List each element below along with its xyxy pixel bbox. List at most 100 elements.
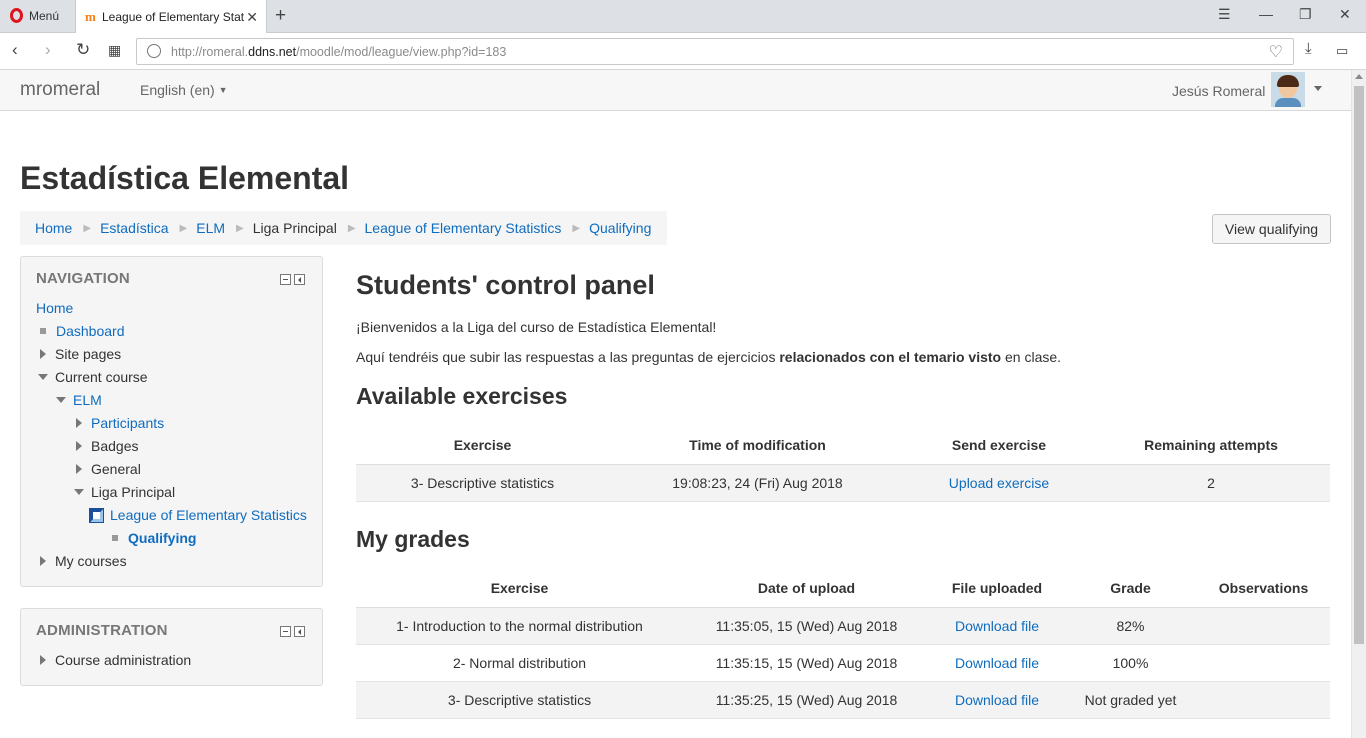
attempts-cell: 2 [1092,464,1330,502]
nav-item-badges[interactable]: Badges [76,436,138,456]
browser-menu-button[interactable]: Menú [10,8,59,23]
scroll-up-icon[interactable] [1355,74,1363,79]
expand-icon [40,655,46,665]
breadcrumb-home[interactable]: Home [35,220,72,236]
view-qualifying-button[interactable]: View qualifying [1212,214,1331,244]
user-menu-caret-icon[interactable] [1314,86,1322,91]
observations-cell [1197,644,1330,682]
table-row: 2- Normal distribution 11:35:15, 15 (Wed… [356,644,1330,682]
battery-icon[interactable]: ▭ [1336,43,1348,59]
breadcrumb-qualifying[interactable]: Qualifying [589,220,651,236]
collapse-icon [56,397,66,403]
url-path: /moodle/mod/league/view.php?id=183 [296,44,507,59]
exercise-cell: 1- Introduction to the normal distributi… [356,607,683,645]
page-scrollbar[interactable] [1351,70,1366,738]
block-dock-icon[interactable] [294,274,305,285]
column-header: Send exercise [906,427,1092,465]
breadcrumb-estadistica[interactable]: Estadística [100,220,168,236]
grade-cell: Not graded yet [1064,681,1197,719]
my-grades-heading: My grades [356,526,470,552]
breadcrumb-separator-icon: ▶ [236,222,244,234]
navigation-block-title: NAVIGATION [36,270,130,287]
url-input[interactable]: http://romeral. ddns.net/moodle/mod/leagu… [136,38,1294,65]
nav-item-current-course[interactable]: Current course [38,367,148,387]
nav-item-general[interactable]: General [76,459,141,479]
collapse-icon [74,489,84,495]
nav-item-elm[interactable]: ELM [56,390,102,410]
block-dock-icon[interactable] [294,626,305,637]
exercise-cell: 3- Descriptive statistics [356,464,609,502]
download-file-link[interactable]: Download file [955,692,1039,708]
nav-item-participants[interactable]: Participants [76,413,164,433]
back-icon[interactable]: ‹ [12,40,18,60]
nav-item-badges-label: Badges [91,438,139,454]
url-prefix: http://romeral. [171,44,249,59]
browser-tab[interactable]: m League of Elementary Stat ✕ [75,0,267,33]
browser-tab-title: League of Elementary Stat [102,9,245,24]
nav-item-site-pages[interactable]: Site pages [40,344,121,364]
nav-item-home[interactable]: Home [36,298,73,318]
opera-logo-icon [10,8,23,23]
expand-icon [40,556,46,566]
file-cell: Download file [930,644,1064,682]
nav-item-current-course-label: Current course [55,369,148,385]
column-header: File uploaded [930,570,1064,608]
reload-icon[interactable]: ↻ [76,40,90,60]
administration-block: ADMINISTRATION Course administration [20,608,323,686]
window-close-icon[interactable]: ✕ [1339,6,1351,23]
league-activity-icon [89,507,104,523]
nav-item-site-pages-label: Site pages [55,346,122,362]
nav-item-qualifying[interactable]: Qualifying [110,528,196,548]
breadcrumb-separator-icon: ▶ [83,222,92,234]
column-header: Remaining attempts [1092,427,1330,465]
breadcrumb-elm[interactable]: ELM [196,220,225,236]
breadcrumb-league[interactable]: League of Elementary Statistics [365,220,562,236]
new-tab-icon[interactable]: + [275,5,286,27]
welcome-text: ¡Bienvenidos a la Liga del curso de Esta… [356,319,717,335]
send-cell: Upload exercise [906,464,1092,502]
nav-item-my-courses[interactable]: My courses [40,551,127,571]
upload-exercise-link[interactable]: Upload exercise [949,475,1049,491]
minimize-icon[interactable]: — [1259,6,1273,22]
speed-dial-icon[interactable]: ▦ [108,42,121,59]
browser-menu-label: Menú [29,8,60,23]
block-collapse-icon[interactable] [280,274,291,285]
nav-item-league[interactable]: League of Elementary Statistics [89,505,307,525]
column-header: Time of modification [609,427,906,465]
tab-close-icon[interactable]: ✕ [246,9,258,26]
download-file-link[interactable]: Download file [955,618,1039,634]
avatar[interactable] [1271,72,1305,107]
user-name[interactable]: Jesús Romeral [1172,83,1265,99]
language-menu[interactable]: English (en) ▼ [140,82,228,98]
expand-icon [76,418,82,428]
table-row: 1- Introduction to the normal distributi… [356,607,1330,645]
nav-item-dashboard[interactable]: Dashboard [38,321,125,341]
site-brand[interactable]: mromeral [20,79,100,101]
expand-icon [76,464,82,474]
tab-menu-icon[interactable]: ☰ [1218,6,1231,23]
scrollbar-thumb[interactable] [1354,86,1364,644]
block-collapse-icon[interactable] [280,626,291,637]
admin-item-course-administration-label: Course administration [55,652,192,668]
download-file-link[interactable]: Download file [955,655,1039,671]
bullet-icon [112,535,118,541]
breadcrumb-liga-principal: Liga Principal [252,220,337,236]
column-header: Exercise [356,570,683,608]
admin-item-course-administration[interactable]: Course administration [40,650,191,670]
nav-item-liga-principal[interactable]: Liga Principal [74,482,175,502]
column-header: Observations [1197,570,1330,608]
nav-item-elm-label: ELM [73,392,102,408]
bookmark-heart-icon[interactable]: ♡ [1269,42,1283,62]
download-icon[interactable]: ⤓ [1305,40,1312,57]
globe-icon [147,44,161,58]
collapse-icon [38,374,48,380]
forward-icon[interactable]: › [45,40,51,60]
caret-down-icon: ▼ [218,85,228,95]
breadcrumb-separator-icon: ▶ [179,222,188,234]
nav-item-qualifying-label: Qualifying [128,530,197,546]
url-domain: ddns.net [248,44,297,59]
nav-item-my-courses-label: My courses [55,553,127,569]
maximize-icon[interactable]: ❐ [1299,6,1312,23]
exercise-cell: 3- Descriptive statistics [356,681,683,719]
grade-cell: 100% [1064,644,1197,682]
